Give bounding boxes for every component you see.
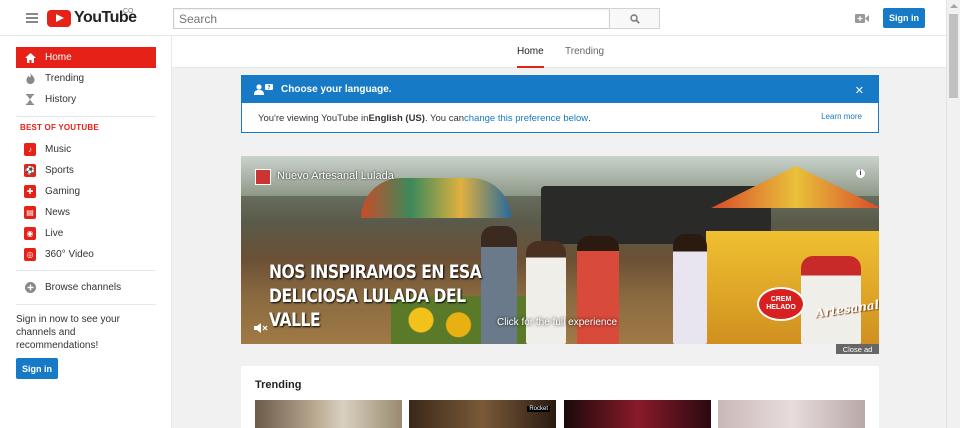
gaming-icon: ✚ — [24, 185, 36, 198]
ad-person-image — [801, 256, 861, 344]
language-banner-header: ? Choose your language. ✕ — [242, 76, 878, 103]
page-scrollbar[interactable] — [946, 0, 960, 428]
play-logo-icon — [47, 9, 71, 27]
360-video-icon: ◎ — [24, 248, 36, 261]
video-thumbnail[interactable]: Rocket — [409, 400, 556, 428]
guide-item-label: History — [45, 94, 77, 105]
close-icon[interactable]: ✕ — [855, 84, 864, 97]
guide-signin-prompt: Sign in now to see your channels and rec… — [16, 314, 120, 351]
search-button[interactable] — [609, 8, 660, 29]
news-icon: ▤ — [24, 206, 36, 219]
guide-sidebar: Home Trending History BEST OF YOUTUBE ♪ … — [0, 36, 172, 428]
ad-channel-title: Nuevo Artesanal Lulada — [277, 170, 394, 182]
guide-channel-live[interactable]: ◉ Live — [16, 223, 156, 244]
learn-more-link[interactable]: Learn more — [821, 112, 862, 121]
feed-tabs: Home Trending — [172, 36, 946, 68]
sports-icon: ⚽ — [24, 164, 36, 177]
guide-item-label: Music — [45, 144, 72, 155]
guide-channel-sports[interactable]: ⚽ Sports — [16, 160, 156, 181]
search-input[interactable] — [173, 8, 610, 29]
guide-item-label: News — [45, 207, 71, 218]
ad-person-image — [673, 234, 707, 344]
home-icon — [24, 52, 36, 64]
guide-divider — [16, 116, 156, 117]
ad-headline-line: NOS INSPIRAMOS EN ESA — [269, 261, 482, 283]
menu-icon[interactable] — [26, 13, 38, 23]
scroll-thumb[interactable] — [949, 14, 958, 98]
best-of-youtube-heading: BEST OF YOUTUBE — [20, 123, 99, 132]
tab-trending[interactable]: Trending — [565, 46, 604, 68]
guide-item-label: Trending — [45, 73, 85, 84]
hourglass-icon — [24, 94, 36, 106]
video-thumbnail[interactable] — [564, 400, 711, 428]
guide-sign-in-button[interactable]: Sign in — [16, 358, 58, 379]
music-icon: ♪ — [24, 143, 36, 156]
search-icon — [629, 13, 640, 24]
info-icon[interactable]: i — [856, 169, 865, 178]
guide-item-label: Live — [45, 228, 64, 239]
thumbnail-label: Rocket — [527, 406, 550, 412]
guide-divider — [16, 270, 156, 271]
ad-headline: NOS INSPIRAMOS EN ESA DELICIOSA LULADA D… — [269, 260, 507, 332]
guide-item-home[interactable]: Home — [16, 47, 156, 68]
flame-icon — [24, 73, 36, 85]
video-thumbnail[interactable] — [718, 400, 865, 428]
language-banner: ? Choose your language. ✕ You're viewing… — [241, 75, 879, 133]
guide-item-history[interactable]: History — [16, 89, 156, 110]
language-banner-body: You're viewing YouTube in English (US) .… — [242, 103, 878, 133]
guide-item-label: Gaming — [45, 186, 81, 197]
ad-brand-logo: CREM HELADO — [757, 287, 805, 321]
current-language: English (US) — [368, 112, 425, 124]
country-code: CO — [123, 8, 134, 15]
guide-browse-channels[interactable]: Browse channels — [16, 277, 156, 298]
ad-channel-logo — [255, 169, 271, 185]
language-text-mid: . You can — [424, 112, 465, 124]
change-language-link[interactable]: change this preference below — [464, 113, 588, 124]
language-text-after: . — [588, 112, 591, 124]
trending-shelf: Trending Rocket — [241, 366, 879, 428]
guide-channel-gaming[interactable]: ✚ Gaming — [16, 181, 156, 202]
ad-cta-text: Click for the full experience — [497, 317, 618, 328]
ad-person-image — [526, 241, 566, 344]
guide-channel-360-video[interactable]: ◎ 360° Video — [16, 244, 156, 265]
guide-item-label: Sports — [45, 165, 74, 176]
video-thumbnail[interactable] — [255, 400, 402, 428]
close-ad-button[interactable]: Close ad — [836, 344, 879, 354]
ad-headline-line: DELICIOSA LULADA DEL VALLE — [269, 285, 466, 331]
language-banner-title: Choose your language. — [281, 84, 392, 95]
guide-item-label: Browse channels — [45, 282, 122, 293]
mute-icon[interactable] — [254, 322, 270, 334]
header-sign-in-button[interactable]: Sign in — [883, 8, 925, 28]
svg-text:?: ? — [268, 85, 271, 91]
guide-channel-music[interactable]: ♪ Music — [16, 139, 156, 160]
plus-circle-icon — [24, 282, 36, 294]
guide-item-label: 360° Video — [45, 249, 94, 260]
scroll-up-arrow-icon[interactable] — [950, 4, 958, 8]
guide-channel-news[interactable]: ▤ News — [16, 202, 156, 223]
guide-item-trending[interactable]: Trending — [16, 68, 156, 89]
language-people-icon: ? — [254, 84, 273, 95]
guide-item-label: Home — [45, 52, 72, 63]
trending-title[interactable]: Trending — [255, 379, 301, 391]
guide-divider — [16, 304, 156, 305]
live-icon: ◉ — [24, 227, 36, 240]
tab-home[interactable]: Home — [517, 46, 544, 68]
masthead-ad[interactable]: Nuevo Artesanal Lulada i NOS INSPIRAMOS … — [241, 156, 879, 344]
masthead: YouTube CO Sign in — [0, 0, 946, 36]
language-text-before: You're viewing YouTube in — [258, 112, 369, 124]
ad-umbrella-image — [361, 178, 511, 218]
upload-icon[interactable] — [855, 14, 869, 23]
